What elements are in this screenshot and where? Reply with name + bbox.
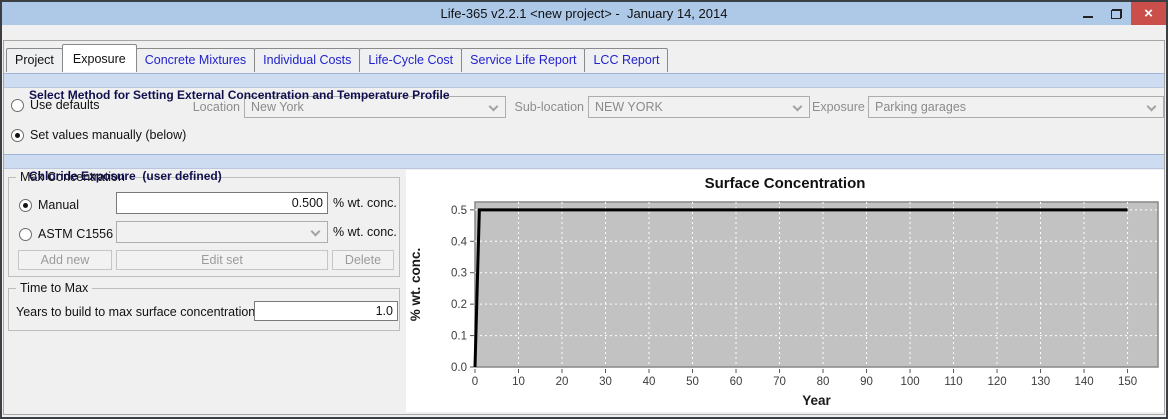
chevron-down-icon <box>1147 102 1157 112</box>
chevron-down-icon <box>311 227 321 237</box>
svg-text:30: 30 <box>599 376 612 388</box>
section-header-method: Select Method for Setting External Conce… <box>4 73 1164 88</box>
close-icon: × <box>1144 6 1153 21</box>
svg-text:70: 70 <box>773 376 786 388</box>
restore-icon <box>1111 9 1122 19</box>
app-window: Life-365 v2.2.1 <new project> - January … <box>0 0 1168 419</box>
sub-location-combo-value: NEW YORK <box>595 97 663 117</box>
svg-text:10: 10 <box>512 376 525 388</box>
years-to-max-input[interactable] <box>254 301 398 321</box>
svg-text:0.5: 0.5 <box>451 205 467 217</box>
radio-circle-icon <box>19 199 32 212</box>
tab-lcc-report[interactable]: LCC Report <box>584 48 668 72</box>
max-concentration-group: Max Concentration Manual % wt. conc. AST… <box>8 177 400 277</box>
section-header-chloride: Chloride Exposure (user defined) <box>4 154 1164 169</box>
svg-text:130: 130 <box>1031 376 1050 388</box>
surface-concentration-chart-panel: 0.0 0.1 0.2 0.3 0.4 0.5 0 10 20 30 40 50 60 70 80 90 100… <box>406 170 1164 412</box>
close-button[interactable]: × <box>1131 2 1166 25</box>
section-header-method-text: Select Method for Setting External Conce… <box>29 88 450 102</box>
set-manually-radio[interactable]: Set values manually (below) <box>11 128 186 142</box>
tab-individual-costs[interactable]: Individual Costs <box>254 48 360 72</box>
sub-location-combo[interactable]: NEW YORK <box>588 96 810 118</box>
window-controls: × <box>1073 2 1166 25</box>
svg-text:Surface Concentration: Surface Concentration <box>705 175 866 192</box>
exposure-combo-value: Parking garages <box>875 97 966 117</box>
svg-text:60: 60 <box>730 376 743 388</box>
svg-text:140: 140 <box>1074 376 1093 388</box>
tab-life-cycle-cost[interactable]: Life-Cycle Cost <box>359 48 462 72</box>
svg-text:150: 150 <box>1118 376 1137 388</box>
main-content: Project Exposure Concrete Mixtures Indiv… <box>2 25 1166 417</box>
minimize-button[interactable] <box>1073 2 1102 25</box>
sub-location-label: Sub-location <box>508 96 584 118</box>
svg-text:40: 40 <box>643 376 656 388</box>
years-to-max-label: Years to build to max surface concentrat… <box>16 305 255 319</box>
restore-button[interactable] <box>1102 2 1131 25</box>
exposure-label: Exposure <box>812 96 862 118</box>
manual-radio-label: Manual <box>38 198 79 212</box>
tab-bar: Project Exposure Concrete Mixtures Indiv… <box>6 44 667 72</box>
tab-exposure[interactable]: Exposure <box>62 44 137 72</box>
delete-button[interactable]: Delete <box>332 250 394 270</box>
svg-text:20: 20 <box>556 376 569 388</box>
edit-set-button[interactable]: Edit set <box>116 250 328 270</box>
chevron-down-icon <box>489 102 499 112</box>
minimize-icon <box>1083 16 1093 18</box>
radio-circle-icon <box>19 228 32 241</box>
tab-project[interactable]: Project <box>6 48 63 72</box>
time-to-max-group: Time to Max Years to build to max surfac… <box>8 288 400 331</box>
svg-text:110: 110 <box>944 376 962 388</box>
svg-text:80: 80 <box>817 376 830 388</box>
add-new-button[interactable]: Add new <box>18 250 112 270</box>
svg-text:0.0: 0.0 <box>451 362 467 374</box>
astm-radio-label: ASTM C1556 <box>38 227 113 241</box>
manual-radio[interactable]: Manual <box>19 198 79 212</box>
svg-text:0.2: 0.2 <box>451 299 467 311</box>
svg-text:0: 0 <box>472 376 478 388</box>
manual-concentration-input[interactable] <box>116 192 328 214</box>
manual-unit-label: % wt. conc. <box>333 192 397 214</box>
svg-text:% wt. conc.: % wt. conc. <box>408 248 423 322</box>
titlebar[interactable]: Life-365 v2.2.1 <new project> - January … <box>2 2 1166 25</box>
exposure-combo[interactable]: Parking garages <box>868 96 1164 118</box>
svg-text:100: 100 <box>900 376 919 388</box>
svg-text:0.3: 0.3 <box>451 268 467 280</box>
svg-text:90: 90 <box>860 376 873 388</box>
astm-combo[interactable] <box>116 221 328 243</box>
svg-text:Year: Year <box>802 393 831 408</box>
tab-concrete-mixtures[interactable]: Concrete Mixtures <box>136 48 255 72</box>
astm-radio[interactable]: ASTM C1556 <box>19 227 113 241</box>
svg-text:120: 120 <box>987 376 1006 388</box>
tab-service-life-report[interactable]: Service Life Report <box>461 48 585 72</box>
surface-concentration-chart: 0.0 0.1 0.2 0.3 0.4 0.5 0 10 20 30 40 50 60 70 80 90 100… <box>406 170 1164 412</box>
set-manually-label: Set values manually (below) <box>30 128 186 142</box>
radio-circle-icon <box>11 129 24 142</box>
astm-unit-label: % wt. conc. <box>333 221 397 243</box>
svg-text:0.4: 0.4 <box>451 236 468 248</box>
svg-text:50: 50 <box>686 376 699 388</box>
svg-text:0.1: 0.1 <box>451 331 467 343</box>
chevron-down-icon <box>793 102 803 112</box>
window-title: Life-365 v2.2.1 <new project> - January … <box>2 6 1166 21</box>
section-header-chloride-text: Chloride Exposure (user defined) <box>29 169 222 183</box>
time-to-max-group-title: Time to Max <box>16 281 92 295</box>
